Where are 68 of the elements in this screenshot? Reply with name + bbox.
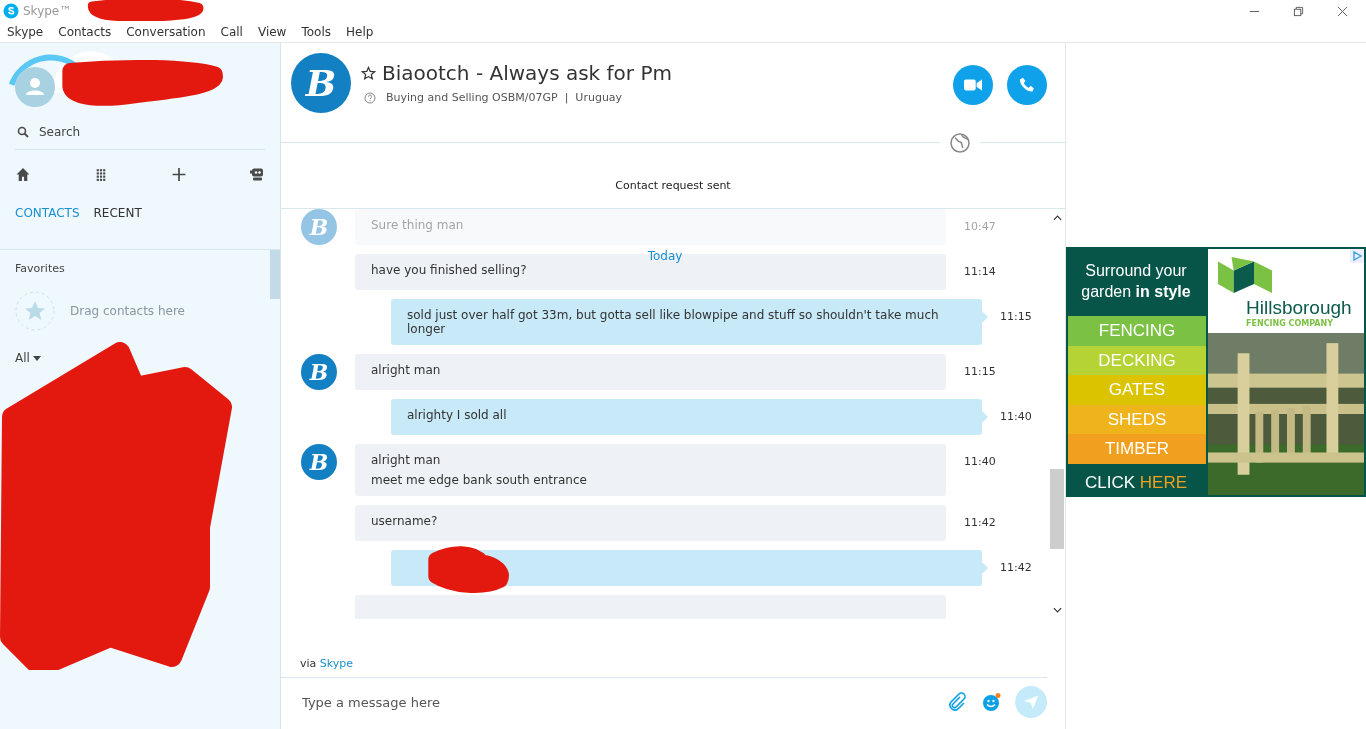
brand-tagline: FENCING COMPANY — [1246, 319, 1333, 328]
notice-text: Contact request sent — [281, 143, 1065, 209]
message-text: alrighty I sold all — [407, 408, 508, 422]
message-input[interactable]: Type a message here — [300, 693, 933, 711]
search-field[interactable]: Search — [15, 125, 265, 150]
menu-item[interactable]: Conversation — [119, 25, 214, 39]
date-separator: Today — [646, 249, 684, 263]
phone-icon — [1018, 77, 1036, 93]
message-text: alright man — [371, 453, 442, 467]
message-text: username? — [371, 514, 439, 528]
contact-avatar[interactable]: B — [291, 53, 351, 113]
message-time: 11:15 — [1000, 309, 1032, 323]
skype-logo-icon — [3, 3, 19, 19]
paperclip-icon[interactable] — [947, 692, 967, 712]
contact-avatar[interactable]: B — [301, 444, 337, 480]
fence-logo-icon — [1218, 257, 1272, 293]
scroll-up-icon[interactable] — [1052, 215, 1062, 221]
caret-icon — [32, 355, 41, 361]
message-text: meet me edge bank south entrance — [371, 473, 588, 487]
message-time: 11:42 — [1000, 560, 1032, 574]
home-icon[interactable] — [15, 166, 31, 182]
menu-item[interactable]: Call — [213, 25, 251, 39]
video-call-button[interactable] — [953, 65, 993, 105]
mood-message: Buying and Selling OSBM/07GP — [386, 91, 558, 104]
emoticon-icon[interactable] — [981, 692, 1001, 712]
favorite-star-icon[interactable] — [361, 65, 376, 81]
tab[interactable]: RECENT — [93, 206, 142, 249]
call-button[interactable] — [1007, 65, 1047, 105]
scrollbar-thumb[interactable] — [1050, 469, 1064, 549]
contact-name: Biaootch - Always ask for Pm — [382, 61, 672, 85]
close-icon[interactable] — [1337, 5, 1348, 17]
scroll-down-icon[interactable] — [1052, 607, 1062, 613]
section-heading: Favorites — [15, 262, 66, 275]
window-title: Skype™ — [23, 4, 72, 18]
brand-name: Hillsborough — [1246, 297, 1352, 319]
menu-item[interactable]: Tools — [294, 25, 339, 39]
message-time: 11:40 — [964, 454, 996, 468]
menu-item[interactable]: Skype — [0, 25, 52, 39]
message-text: sold just over half got 33m, but gotta sell like blowpipe and stuff so shouldn't take much longer — [407, 308, 940, 336]
skype-link[interactable]: Skype — [319, 657, 354, 670]
separator: | — [564, 91, 569, 104]
video-camera-icon — [964, 77, 982, 93]
add-icon[interactable] — [171, 166, 187, 182]
ad-call-to-action[interactable]: CLICK HERE — [1066, 472, 1206, 493]
menu-item[interactable]: Contacts — [51, 25, 120, 39]
bot-icon[interactable] — [249, 166, 265, 182]
menu-item[interactable]: View — [250, 25, 295, 39]
via-label: via Skype — [281, 657, 1047, 678]
message-text: alright man — [371, 363, 442, 377]
message-time: 10:47 — [964, 219, 996, 233]
message-time: 11:14 — [964, 264, 996, 278]
message-text: have you finished selling? — [371, 263, 528, 277]
message-time: 11:42 — [964, 515, 996, 529]
drag-hint: Drag contacts here — [70, 304, 185, 318]
send-icon — [1022, 693, 1040, 711]
search-icon — [17, 126, 29, 138]
menu-item[interactable]: Help — [339, 25, 382, 39]
help-icon — [364, 91, 376, 104]
contact-avatar[interactable]: B — [301, 354, 337, 390]
restore-icon[interactable] — [1293, 5, 1304, 17]
message-time: 11:15 — [964, 364, 996, 378]
message-text: Sure thing man — [371, 218, 465, 232]
ad-headline: Surround your garden in style — [1080, 261, 1192, 302]
location: Uruguay — [575, 91, 623, 104]
scrollbar-thumb[interactable] — [270, 250, 280, 299]
message-time: 11:40 — [1000, 409, 1032, 423]
filter-dropdown[interactable]: All — [15, 351, 41, 365]
advertisement[interactable]: Surround your garden in style FENCING DECKING GATES SHEDS TIMBER CLICK HERE Hillsborough FENCING COMPANY — [1066, 247, 1366, 497]
